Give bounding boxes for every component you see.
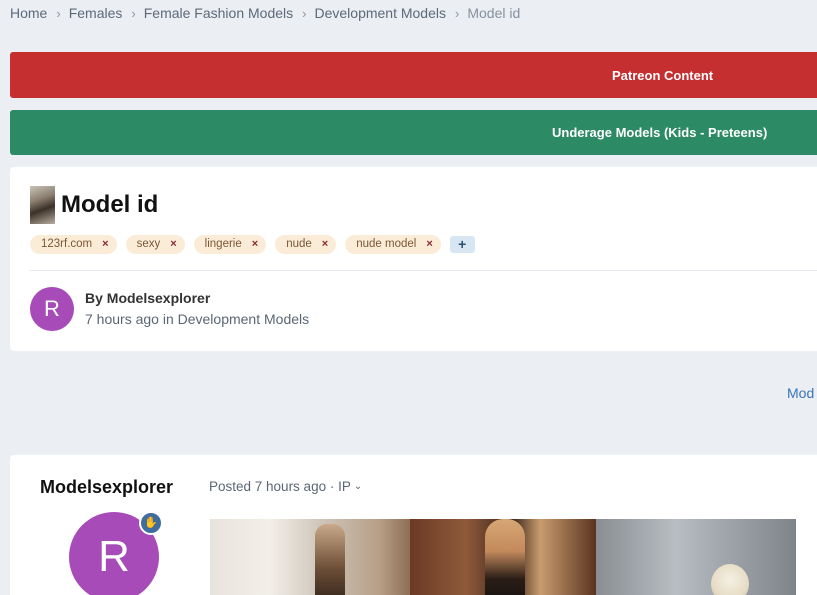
page-title: Model id [61,191,159,218]
close-icon[interactable]: × [322,235,328,254]
chevron-right-icon: › [302,5,307,21]
posted-meta-text: Posted 7 hours ago · IP [209,479,351,494]
chevron-right-icon: › [455,5,460,21]
tag-item[interactable]: nude × [275,235,337,254]
breadcrumb-current: Model id [467,5,521,21]
author-meta: 7 hours ago in Development Models [85,311,310,327]
patreon-content-banner[interactable]: Patreon Content [10,52,817,98]
breadcrumb-females[interactable]: Females [69,5,123,21]
hand-icon: ✋ [139,511,163,535]
divider [30,270,817,271]
breadcrumb-home[interactable]: Home [10,5,47,21]
post-card: Modelsexplorer Posted 7 hours ago · IP ⌄… [10,455,817,595]
tag-label: nude model [356,238,417,250]
tag-label: sexy [136,238,161,250]
chevron-down-icon: ⌄ [353,481,363,492]
chevron-right-icon: › [56,5,61,21]
moderation-link[interactable]: Mod [787,385,814,401]
breadcrumb-development-models[interactable]: Development Models [314,5,446,21]
close-icon[interactable]: × [102,235,108,254]
underage-models-label: Underage Models (Kids - Preteens) [552,125,768,140]
author-byline[interactable]: By Modelsexplorer [85,290,210,306]
add-tag-button[interactable]: + [449,236,475,253]
tag-item[interactable]: sexy × [125,235,185,254]
tag-list: 123rf.com × sexy × lingerie × nude × nude mo… [30,235,475,254]
tag-item[interactable]: lingerie × [193,235,267,254]
breadcrumb: Home › Females › Female Fashion Models ›… [10,5,520,21]
close-icon[interactable]: × [426,235,432,254]
post-image[interactable] [410,519,596,595]
post-image[interactable] [596,519,796,595]
tag-label: lingerie [204,238,242,250]
tag-label: nude [286,238,312,250]
posted-meta[interactable]: Posted 7 hours ago · IP ⌄ [209,479,362,494]
avatar[interactable]: R [30,287,74,331]
close-icon[interactable]: × [252,235,258,254]
post-image-strip [210,519,796,595]
underage-models-banner[interactable]: Underage Models (Kids - Preteens) [10,110,817,155]
topic-title-row: Model id [30,186,158,224]
topic-thumbnail[interactable] [30,186,55,224]
tag-label: 123rf.com [41,238,93,250]
tag-item[interactable]: nude model × [345,235,441,254]
topic-header-card: Model id 123rf.com × sexy × lingerie × nude… [10,167,817,351]
patreon-content-label: Patreon Content [612,67,714,83]
post-image[interactable] [210,519,410,595]
poster-name[interactable]: Modelsexplorer [40,477,173,498]
breadcrumb-female-fashion-models[interactable]: Female Fashion Models [144,5,293,21]
close-icon[interactable]: × [170,235,176,254]
tag-item[interactable]: 123rf.com × [30,235,117,254]
chevron-right-icon: › [131,5,136,21]
